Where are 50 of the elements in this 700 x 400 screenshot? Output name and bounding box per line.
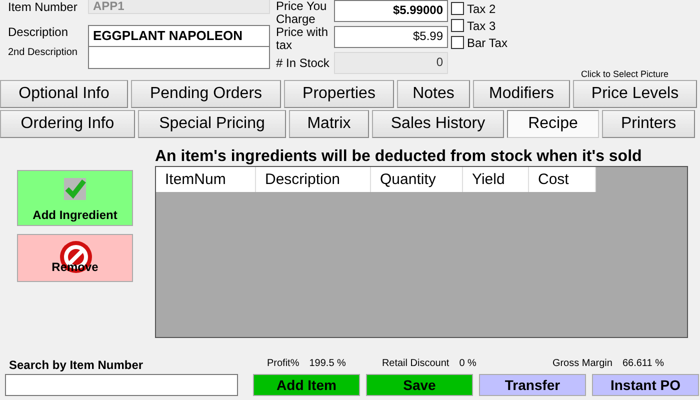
add-ingredient-button[interactable]: Add Ingredient <box>17 170 133 226</box>
tab[interactable]: Modifiers <box>473 80 570 108</box>
second-description-label: 2nd Description <box>8 47 78 60</box>
price-label: Price You Charge <box>276 0 328 26</box>
action-button[interactable]: Save <box>366 374 473 396</box>
stock-label: # In Stock <box>276 56 330 70</box>
tab[interactable]: Optional Info <box>0 80 128 108</box>
tax-label: Bar Tax <box>467 36 508 50</box>
checkbox[interactable] <box>451 19 464 32</box>
tab[interactable]: Properties <box>284 80 394 108</box>
price-field[interactable]: $5.99000 <box>334 0 448 22</box>
action-button[interactable]: Transfer <box>479 374 586 396</box>
tab[interactable]: Special Pricing <box>138 110 286 138</box>
tab[interactable]: Matrix <box>289 110 369 138</box>
tax-label: Tax 2 <box>467 2 496 16</box>
tab[interactable]: Price Levels <box>573 80 697 108</box>
stat-label: Profit% <box>267 358 300 371</box>
column-header[interactable]: ItemNum <box>156 167 256 192</box>
price-with-tax-field[interactable]: $5.99 <box>334 26 448 48</box>
search-field[interactable] <box>5 374 238 396</box>
stat-value: 66.611 % <box>622 358 664 371</box>
column-header[interactable]: Cost <box>529 167 596 192</box>
column-header[interactable]: Yield <box>463 167 529 192</box>
stock-field[interactable]: 0 <box>334 52 448 74</box>
tab[interactable]: Ordering Info <box>0 110 135 138</box>
tab[interactable]: Recipe <box>507 110 599 138</box>
stat-label: Gross Margin <box>552 358 612 371</box>
tab[interactable]: Pending Orders <box>131 80 281 108</box>
description-label: Description <box>8 25 70 41</box>
price-with-tax-label: Price with tax <box>276 26 330 52</box>
picture-hint[interactable]: Click to Select Picture <box>581 69 669 79</box>
stat-value: 0 % <box>459 358 476 371</box>
second-description-field[interactable] <box>88 47 270 69</box>
action-button[interactable]: Instant PO <box>592 374 699 396</box>
checkmark-icon <box>64 178 86 200</box>
description-field[interactable]: EGGPLANT NAPOLEON <box>88 25 270 47</box>
stat-label: Retail Discount <box>382 358 450 371</box>
tab[interactable]: Printers <box>602 110 695 138</box>
checkbox[interactable] <box>451 36 464 49</box>
tab[interactable]: Notes <box>397 80 470 108</box>
column-header[interactable]: Quantity <box>371 167 463 192</box>
item-number-label: Item Number <box>8 0 78 16</box>
column-header[interactable]: Description <box>256 167 371 192</box>
recipe-heading: An item's ingredients will be deducted from stock when it's sold <box>155 148 643 166</box>
tab[interactable]: Sales History <box>372 110 504 138</box>
tax-label: Tax 3 <box>467 18 496 32</box>
stat-value: 199.5 % <box>309 358 346 371</box>
action-button[interactable]: Add Item <box>253 374 360 396</box>
search-label: Search by Item Number <box>8 358 144 372</box>
checkbox[interactable] <box>451 2 464 15</box>
